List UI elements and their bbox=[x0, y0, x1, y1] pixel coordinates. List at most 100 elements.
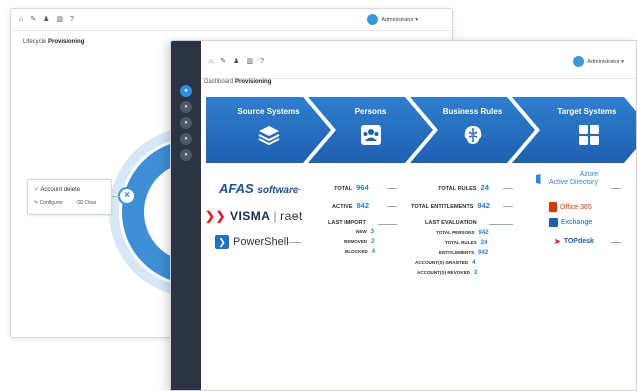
stage-label: Source Systems bbox=[237, 107, 300, 116]
stat-value: 942 bbox=[356, 201, 370, 210]
stage-label: Target Systems bbox=[557, 107, 617, 116]
sidebar-item-4[interactable]: ● bbox=[180, 133, 192, 145]
stat-value: 4 bbox=[472, 260, 476, 266]
import-new: NEW 3 bbox=[356, 229, 374, 235]
configure-button[interactable]: ✎ Configurer bbox=[34, 200, 63, 206]
office-text: Office 365 bbox=[560, 203, 592, 211]
visma-raet-logo: ❯❯ VISMA | raet bbox=[205, 209, 303, 223]
stage-source-systems[interactable]: Source Systems bbox=[206, 97, 331, 163]
stat-label: ENTITLEMENTS bbox=[439, 250, 475, 255]
card-title: ✓ Account delete bbox=[34, 186, 80, 193]
user-menu[interactable]: Administrator ▾ bbox=[573, 56, 624, 67]
breadcrumb-prefix[interactable]: Dashboard bbox=[204, 79, 233, 85]
breadcrumb-current: Provisioning bbox=[235, 79, 272, 85]
stat-label: TOTAL bbox=[334, 186, 353, 192]
chart-icon[interactable]: ▥ bbox=[56, 15, 63, 24]
top-toolbar: ⌂ ✎ ♟ ▥ ? Administrator ▾ bbox=[11, 9, 452, 31]
persons-total: TOTAL 964 bbox=[334, 183, 369, 192]
eval-accounts-granted: ACCOUNT(S) GRANTED 4 bbox=[415, 260, 475, 266]
breadcrumb-current: Provisioning bbox=[48, 39, 85, 45]
connector-line bbox=[289, 242, 301, 243]
sidebar-item-5[interactable]: ● bbox=[180, 149, 192, 161]
last-evaluation-label: LAST EVALUATION bbox=[425, 220, 477, 226]
topdesk-logo: ➤ TOPdesk bbox=[554, 237, 594, 246]
stat-value: 942 bbox=[478, 250, 489, 256]
stat-label: TOTAL RULES bbox=[445, 240, 477, 245]
stat-value: 964 bbox=[356, 183, 369, 192]
sidebar-item-3[interactable]: ● bbox=[180, 117, 192, 129]
delete-node-icon[interactable]: × bbox=[118, 187, 136, 205]
layers-icon bbox=[257, 123, 281, 147]
connector-line bbox=[289, 189, 301, 190]
eval-total-rules: TOTAL RULES 24 bbox=[445, 240, 487, 246]
import-blocked: BLOCKED 4 bbox=[345, 249, 375, 255]
breadcrumb-prefix[interactable]: Lifecycle bbox=[23, 39, 46, 45]
help-icon[interactable]: ? bbox=[70, 15, 74, 24]
sidebar-item-dashboard[interactable]: ● bbox=[180, 85, 192, 97]
persons-active: ACTIVE 942 bbox=[332, 201, 369, 210]
topdesk-text: TOPdesk bbox=[563, 238, 594, 245]
chart-icon[interactable]: ▥ bbox=[246, 57, 253, 66]
stage-label: Business Rules bbox=[442, 107, 503, 116]
stage-label: Persons bbox=[354, 107, 387, 116]
connector-line bbox=[378, 224, 397, 225]
exchange-text: Exchange bbox=[561, 219, 593, 226]
wrench-icon: ✎ bbox=[34, 200, 39, 206]
rules-total: TOTAL RULES 24 bbox=[438, 183, 489, 192]
afas-text: AFAS bbox=[219, 181, 254, 196]
page-title: Dashboard Provisioning bbox=[204, 79, 271, 85]
account-delete-card[interactable]: ✓ Account delete ✎ Configurer ⌫ Clear bbox=[27, 179, 112, 215]
stat-label: ACCOUNT(S) GRANTED bbox=[415, 260, 469, 265]
connector-line bbox=[387, 188, 397, 189]
avatar bbox=[367, 14, 379, 25]
wrench-icon[interactable]: ✎ bbox=[30, 15, 36, 24]
wrench-icon[interactable]: ✎ bbox=[220, 57, 226, 66]
stat-label: ACCOUNT(S) REVOKED bbox=[417, 270, 471, 275]
last-import-label: LAST IMPORT bbox=[328, 220, 366, 226]
help-icon[interactable]: ? bbox=[260, 57, 264, 66]
import-removed: REMOVED 2 bbox=[344, 239, 375, 245]
home-icon[interactable]: ⌂ bbox=[19, 15, 23, 24]
persons-icon bbox=[359, 123, 383, 147]
connector-line bbox=[503, 188, 513, 189]
connector-line bbox=[387, 206, 397, 207]
connector-line bbox=[289, 217, 301, 218]
configure-label: Configurer bbox=[39, 200, 63, 206]
stat-value: 24 bbox=[480, 240, 488, 246]
check-icon: ✓ bbox=[34, 187, 40, 193]
stat-value: 3 bbox=[370, 229, 375, 235]
connector-line bbox=[611, 242, 621, 243]
top-toolbar: ⌂ ✎ ♟ ▥ ? Administrator ▾ bbox=[201, 41, 636, 79]
home-icon[interactable]: ⌂ bbox=[209, 57, 213, 66]
stat-label: NEW bbox=[356, 229, 367, 234]
active-directory-text: Active Directory bbox=[549, 179, 599, 186]
stat-value: 942 bbox=[477, 201, 490, 210]
connector-line bbox=[489, 224, 513, 225]
brain-icon bbox=[461, 123, 485, 147]
rules-entitlements: TOTAL ENTITLEMENTS 942 bbox=[411, 201, 490, 210]
raet-text: raet bbox=[280, 209, 303, 223]
connector-line bbox=[112, 196, 120, 197]
user-icon[interactable]: ♟ bbox=[233, 57, 239, 66]
stat-value: 4 bbox=[371, 249, 376, 255]
azure-ad-logo: Azure Active Directory bbox=[536, 171, 598, 187]
exchange-logo: Exchange bbox=[549, 218, 592, 227]
card-title-text: Account delete bbox=[40, 187, 81, 193]
clear-button[interactable]: ⌫ Clear bbox=[76, 200, 96, 206]
powershell-text: PowerShell bbox=[233, 236, 289, 248]
eval-accounts-revoked: ACCOUNT(S) REVOKED 2 bbox=[417, 270, 477, 276]
sidebar-item-2[interactable]: ● bbox=[180, 101, 192, 113]
eval-entitlements: ENTITLEMENTS 942 bbox=[439, 250, 488, 256]
visma-mark-icon: ❯❯ bbox=[205, 209, 227, 223]
stat-label: TOTAL PERSONS bbox=[436, 230, 475, 235]
dashboard-window: ● ● ● ● ● ⌂ ✎ ♟ ▥ ? Administrator ▾ Dash… bbox=[170, 40, 637, 391]
office365-logo: Office 365 bbox=[549, 202, 592, 212]
page-title: Lifecycle Provisioning bbox=[23, 39, 84, 45]
user-icon[interactable]: ♟ bbox=[43, 15, 49, 24]
powershell-icon: ❯ bbox=[215, 235, 229, 249]
stat-label: BLOCKED bbox=[345, 249, 368, 254]
office-icon bbox=[549, 202, 557, 212]
toolbar-icons: ⌂ ✎ ♟ ▥ ? bbox=[209, 57, 264, 66]
user-menu[interactable]: Administrator ▾ bbox=[367, 14, 418, 25]
stat-label: TOTAL ENTITLEMENTS bbox=[411, 204, 474, 210]
